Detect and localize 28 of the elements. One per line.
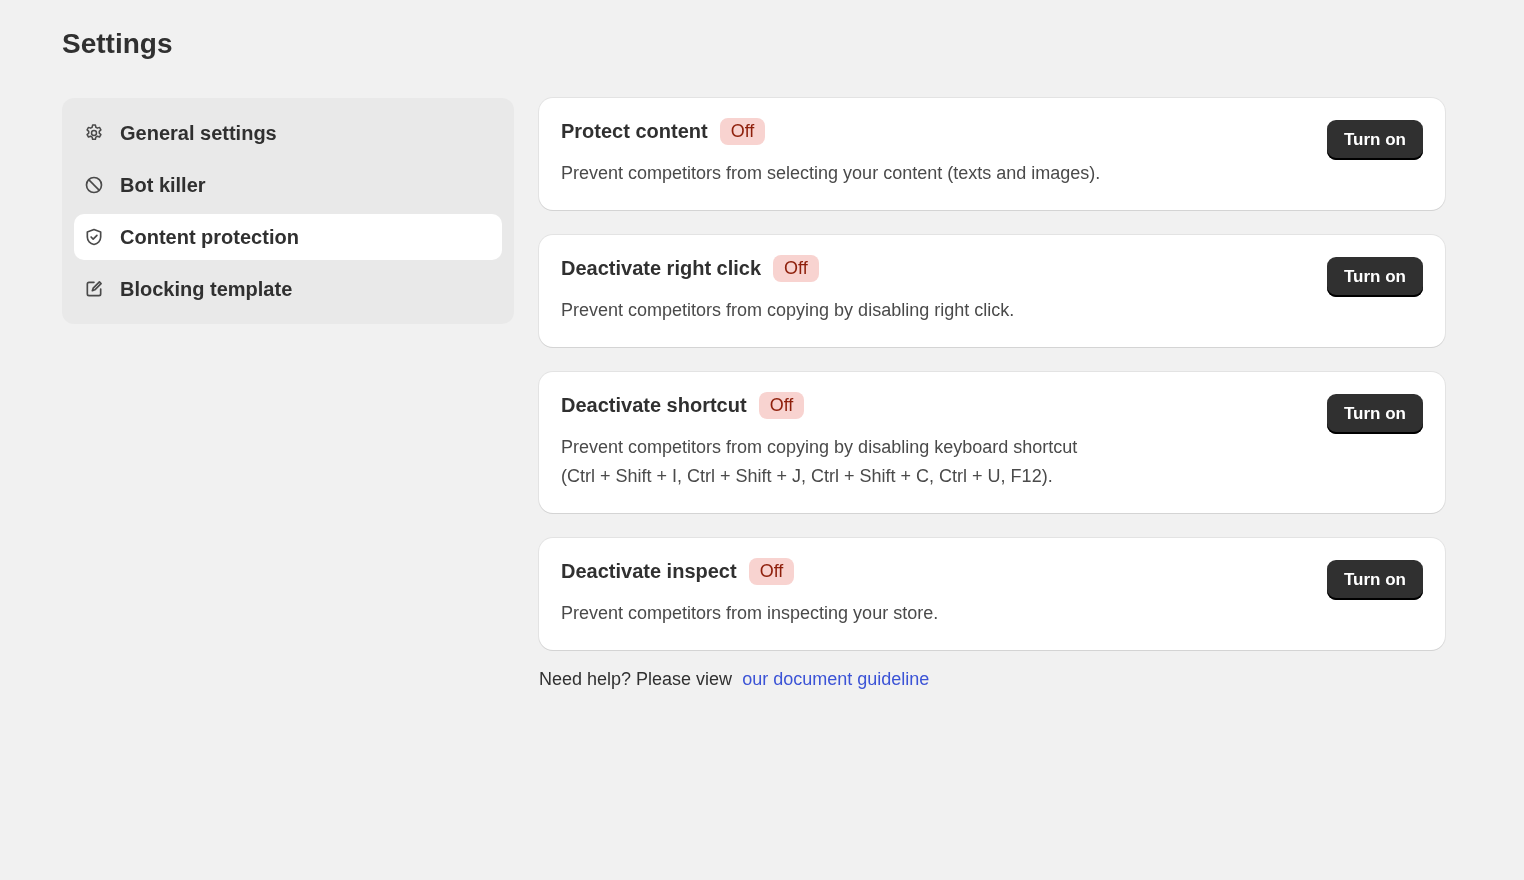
card-description: Prevent competitors from selecting your content (texts and images).	[561, 162, 1101, 185]
status-badge: Off	[748, 558, 795, 585]
shield-check-icon	[84, 227, 104, 247]
card-title: Deactivate inspect	[561, 560, 737, 583]
page-title: Settings	[62, 28, 174, 60]
guideline-link[interactable]: our document guideline	[742, 669, 930, 690]
help-text: Need help? Please view	[539, 669, 733, 690]
turn-on-button[interactable]: Turn on	[1327, 560, 1423, 600]
settings-icon	[84, 123, 104, 143]
card-description: (Ctrl + Shift + I, Ctrl + Shift + J, Ctrl + Shift + C, Ctrl + U, F12).	[561, 465, 1054, 488]
card-title: Deactivate shortcut	[561, 394, 747, 417]
status-badge: Off	[773, 255, 819, 282]
sidebar-item[interactable]: Blocking template	[74, 266, 502, 312]
turn-on-button[interactable]: Turn on	[1327, 120, 1423, 160]
card-title: Deactivate right click	[561, 257, 762, 280]
turn-on-button[interactable]: Turn on	[1327, 257, 1423, 297]
sidebar-item[interactable]: Bot killer	[74, 162, 502, 208]
prohibited-icon	[84, 175, 104, 195]
status-badge: Off	[758, 392, 805, 419]
sidebar-item[interactable]: Content protection	[74, 214, 502, 260]
edit-icon	[84, 279, 104, 299]
sidebar-item[interactable]: General settings	[74, 110, 502, 156]
card-description: Prevent competitors from copying by disabling right click.	[561, 299, 1015, 322]
card-description: Prevent competitors from inspecting your store.	[561, 602, 939, 625]
status-badge: Off	[719, 118, 766, 145]
card-description: Prevent competitors from copying by disabling keyboard shortcut	[561, 436, 1078, 459]
card-title: Protect content	[561, 120, 708, 143]
turn-on-button[interactable]: Turn on	[1327, 394, 1423, 434]
